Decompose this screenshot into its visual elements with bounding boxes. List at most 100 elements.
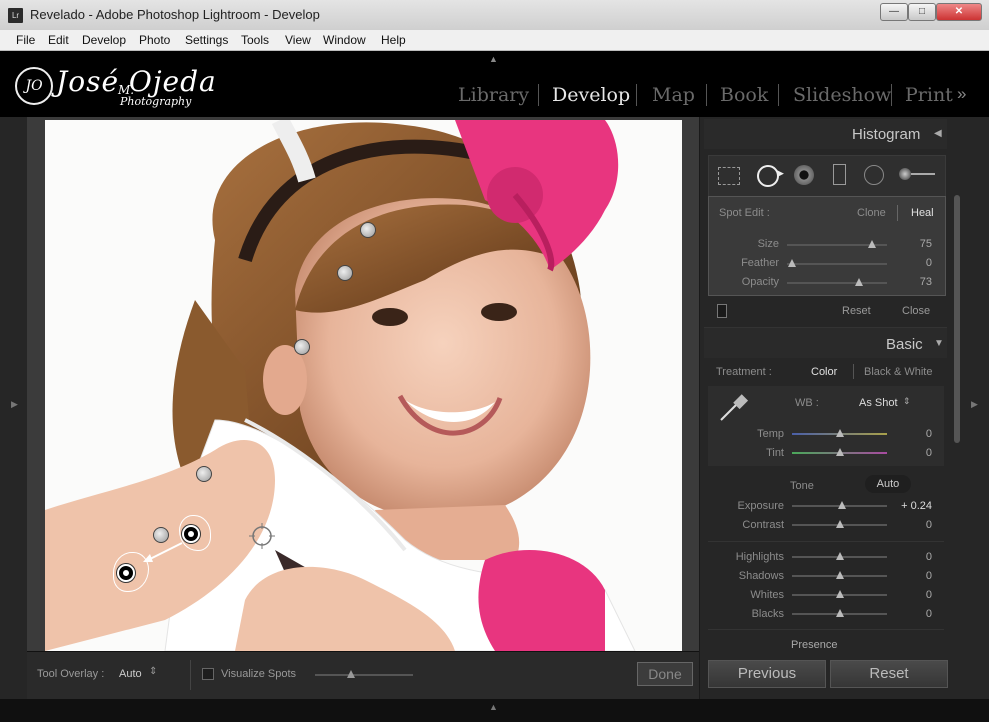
opacity-slider-thumb[interactable] (855, 278, 863, 286)
size-slider-thumb[interactable] (868, 240, 876, 248)
histogram-header[interactable]: Histogram ◀ (704, 119, 947, 149)
module-book[interactable]: Book (720, 84, 768, 106)
heal-target-pin[interactable] (117, 564, 135, 582)
tint-slider-thumb[interactable] (835, 448, 844, 456)
heal-spot[interactable] (360, 222, 376, 238)
maximize-button[interactable]: □ (908, 3, 936, 21)
spot-removal-tool-icon[interactable] (757, 165, 779, 187)
shadows-slider-thumb[interactable] (835, 571, 844, 579)
menu-tools[interactable]: Tools (241, 33, 269, 47)
panel-scrollbar[interactable] (954, 195, 960, 443)
temp-label: Temp (757, 428, 784, 440)
module-separator (706, 84, 707, 106)
tool-overlay-select[interactable]: Auto (119, 668, 142, 680)
menu-view[interactable]: View (285, 33, 311, 47)
blacks-slider-thumb[interactable] (835, 609, 844, 617)
expand-left-panel-icon[interactable]: ▶ (11, 399, 18, 410)
exposure-value[interactable]: + 0.24 (892, 500, 932, 512)
presence-label: Presence (791, 639, 838, 651)
blacks-value[interactable]: 0 (892, 608, 932, 620)
visualize-threshold-slider[interactable] (315, 674, 413, 676)
mode-clone-button[interactable]: Clone (857, 207, 886, 219)
histogram-title: Histogram (852, 126, 921, 143)
reset-button[interactable]: Reset (830, 660, 948, 688)
spot-close-button[interactable]: Close (902, 305, 930, 317)
size-label: Size (757, 238, 779, 250)
previous-button[interactable]: Previous (708, 660, 826, 688)
menu-settings[interactable]: Settings (185, 33, 228, 47)
module-map[interactable]: Map (652, 84, 695, 106)
title-bar: Lr Revelado - Adobe Photoshop Lightroom … (0, 0, 989, 31)
crop-tool-icon[interactable] (718, 167, 740, 185)
temp-value[interactable]: 0 (892, 428, 932, 440)
close-window-button[interactable]: ✕ (936, 3, 982, 21)
feather-slider-thumb[interactable] (788, 259, 796, 267)
exposure-label: Exposure (737, 500, 784, 512)
visualize-spots-checkbox[interactable] (202, 668, 214, 680)
contrast-slider-thumb[interactable] (835, 520, 844, 528)
size-value[interactable]: 75 (892, 238, 932, 250)
opacity-slider[interactable] (787, 282, 887, 284)
module-separator (891, 84, 892, 106)
photo-image[interactable] (45, 120, 682, 651)
tool-toggle-switch[interactable] (717, 304, 727, 318)
tool-overlay-chevron-icon[interactable]: ⇕ (149, 666, 157, 677)
menu-photo[interactable]: Photo (139, 33, 170, 47)
temp-slider-thumb[interactable] (835, 429, 844, 437)
auto-tone-button[interactable]: Auto (865, 475, 911, 493)
visualize-threshold-thumb[interactable] (347, 670, 355, 678)
opacity-value[interactable]: 73 (892, 276, 932, 288)
contrast-value[interactable]: 0 (892, 519, 932, 531)
highlights-value[interactable]: 0 (892, 551, 932, 563)
right-panel: Histogram ◀ ▶ Spot Edit : Clone Heal Siz… (700, 117, 965, 699)
whites-label: Whites (750, 589, 784, 601)
menu-window[interactable]: Window (323, 33, 366, 47)
heal-spot[interactable] (294, 339, 310, 355)
tint-value[interactable]: 0 (892, 447, 932, 459)
whites-slider-thumb[interactable] (835, 590, 844, 598)
basic-header[interactable]: Basic ▼ (704, 327, 947, 358)
opacity-label: Opacity (741, 276, 779, 288)
menu-develop[interactable]: Develop (82, 33, 126, 47)
mode-heal-button[interactable]: Heal (911, 207, 934, 219)
whites-value[interactable]: 0 (892, 589, 932, 601)
exposure-slider-thumb[interactable] (838, 501, 847, 509)
menu-file[interactable]: File (16, 33, 35, 47)
graduated-filter-tool-icon[interactable] (833, 164, 846, 185)
highlights-slider-thumb[interactable] (835, 552, 844, 560)
wb-select[interactable]: As Shot (859, 397, 898, 409)
wb-eyedropper-icon[interactable] (717, 392, 749, 424)
blacks-label: Blacks (751, 608, 784, 620)
basic-collapse-icon[interactable]: ▼ (934, 338, 944, 349)
module-develop[interactable]: Develop (552, 84, 630, 106)
radial-filter-tool-icon[interactable] (864, 165, 884, 185)
feather-label: Feather (741, 257, 779, 269)
shadows-value[interactable]: 0 (892, 570, 932, 582)
done-button[interactable]: Done (637, 662, 693, 686)
menu-edit[interactable]: Edit (48, 33, 69, 47)
heal-spot[interactable] (337, 265, 353, 281)
logo-mark: JO (15, 67, 53, 105)
menu-bar: File Edit Develop Photo Settings Tools V… (0, 30, 989, 51)
module-slideshow[interactable]: Slideshow (793, 84, 891, 106)
more-modules-icon[interactable]: » (957, 84, 966, 104)
spot-reset-button[interactable]: Reset (842, 305, 871, 317)
menu-help[interactable]: Help (381, 33, 406, 47)
red-eye-tool-icon[interactable] (794, 165, 814, 185)
feather-value[interactable]: 0 (892, 257, 932, 269)
tool-strip: ▶ (708, 155, 946, 197)
histogram-collapse-icon[interactable]: ◀ (934, 128, 942, 139)
adjustment-brush-tool-icon[interactable] (899, 168, 911, 180)
expand-filmstrip-icon[interactable]: ▲ (489, 702, 498, 712)
collapse-right-panel-icon[interactable]: ▶ (971, 399, 978, 410)
collapse-top-panel-icon[interactable]: ▲ (489, 54, 498, 64)
module-print[interactable]: Print (905, 84, 953, 106)
treatment-bw-button[interactable]: Black & White (864, 366, 932, 378)
heal-spot[interactable] (196, 466, 212, 482)
feather-slider[interactable] (787, 263, 887, 265)
module-separator (778, 84, 779, 106)
wb-chevron-icon[interactable]: ⇕ (903, 396, 911, 407)
minimize-button[interactable]: — (880, 3, 908, 21)
module-library[interactable]: Library (458, 84, 529, 106)
treatment-color-button[interactable]: Color (811, 366, 837, 378)
